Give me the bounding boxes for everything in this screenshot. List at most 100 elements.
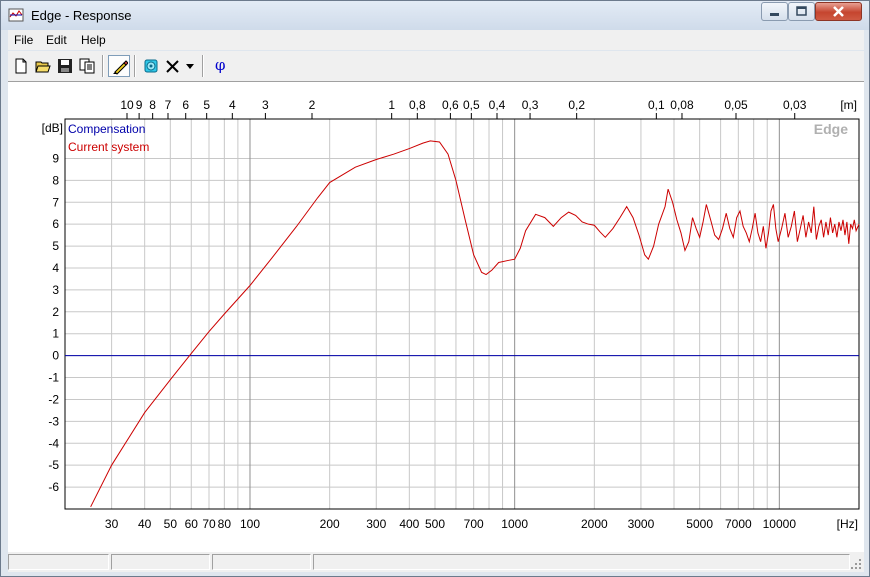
top-tick-label: 0,05	[724, 98, 748, 112]
y-axis-label: [dB]	[42, 121, 63, 135]
y-tick-label: -2	[48, 392, 59, 406]
y-tick-label: 1	[52, 327, 59, 341]
menu-edit[interactable]: Edit	[46, 33, 67, 47]
menu-help[interactable]: Help	[81, 33, 106, 47]
phase-icon: φ	[215, 56, 226, 74]
response-chart[interactable]: 9876543210-1-2-3-4-5-6[dB]30 40 50 60 70 80 10…	[8, 82, 864, 552]
x-tick-label: 50	[164, 517, 178, 531]
status-panel	[212, 554, 311, 570]
plot-area[interactable]: 9 8 7 6 5 4 3 2 1 0 -1 -2 -3 -4 -5 -6 [dB] 30 40 50 60 70 80 10…	[8, 81, 864, 552]
x-tick-label: 10000	[763, 517, 797, 531]
x-tick-label: 3000	[628, 517, 655, 531]
minimize-button[interactable]	[761, 2, 788, 21]
top-tick-label: 0,5	[463, 98, 480, 112]
app-icon	[8, 8, 24, 22]
delete-icon	[166, 60, 179, 73]
dropdown-arrow-icon	[186, 64, 194, 69]
menu-file[interactable]: File	[14, 33, 33, 47]
toolbar-separator	[134, 55, 136, 77]
x-tick-label: 400	[399, 517, 419, 531]
maximize-icon	[796, 6, 807, 16]
status-panel	[111, 554, 210, 570]
speaker-button[interactable]	[140, 55, 162, 77]
delete-button[interactable]	[162, 55, 184, 77]
top-tick-label: 0,03	[783, 98, 807, 112]
menu-bar: File Edit Help	[8, 30, 864, 50]
top-tick-label: 0,3	[522, 98, 539, 112]
series-line-current-system	[90, 140, 860, 508]
loudspeaker-icon	[144, 59, 158, 73]
y-tick-label: -3	[48, 414, 59, 428]
x-tick-label: 30	[105, 517, 119, 531]
top-tick-label: 0,4	[489, 98, 506, 112]
x-tick-label: 60	[185, 517, 199, 531]
copy-icon	[79, 58, 95, 74]
top-tick-label: 0,2	[568, 98, 585, 112]
new-file-icon	[15, 58, 27, 74]
y-tick-label: -6	[48, 480, 59, 494]
y-tick-label: 6	[52, 217, 59, 231]
x-tick-label: 500	[425, 517, 445, 531]
top-tick-label: 0,1	[648, 98, 665, 112]
y-tick-label: 5	[52, 239, 59, 253]
y-tick-label: 8	[52, 173, 59, 187]
top-tick-label: 2	[309, 98, 316, 112]
top-tick-label: 0,8	[409, 98, 426, 112]
toolbar-separator	[202, 55, 204, 77]
close-button[interactable]	[815, 2, 862, 21]
top-tick-label: 6	[182, 98, 189, 112]
x-axis-unit: [Hz]	[837, 517, 858, 531]
top-tick-label: 0,08	[670, 98, 694, 112]
edit-tool-button[interactable]	[108, 55, 130, 77]
top-tick-label: 8	[149, 98, 156, 112]
open-folder-icon	[35, 61, 51, 73]
x-tick-label: 2000	[581, 517, 608, 531]
top-tick-label: 7	[165, 98, 172, 112]
y-tick-label: 2	[52, 305, 59, 319]
x-tick-label: 300	[366, 517, 386, 531]
top-axis-unit: [m]	[840, 98, 857, 112]
x-tick-label: 80	[218, 517, 232, 531]
x-tick-label: 100	[240, 517, 260, 531]
open-button[interactable]	[32, 55, 54, 77]
toolbar: φ	[8, 51, 864, 81]
window-title: Edge - Response	[31, 8, 132, 23]
y-tick-label: 9	[52, 151, 59, 165]
new-button[interactable]	[10, 55, 32, 77]
top-tick-label: 10	[120, 98, 134, 112]
copy-button[interactable]	[76, 55, 98, 77]
status-panel	[313, 554, 850, 570]
save-icon	[58, 59, 72, 73]
top-tick-label: 5	[203, 98, 210, 112]
maximize-button[interactable]	[788, 2, 815, 21]
minimize-icon	[770, 13, 779, 16]
close-icon	[833, 6, 844, 17]
x-tick-label: 200	[320, 517, 340, 531]
title-bar[interactable]: Edge - Response	[1, 1, 869, 30]
x-tick-label: 7000	[725, 517, 752, 531]
top-tick-label: 9	[136, 98, 143, 112]
x-tick-label: 40	[138, 517, 152, 531]
status-panel	[8, 554, 109, 570]
phase-button[interactable]: φ	[209, 55, 231, 77]
y-tick-label: -4	[48, 436, 59, 450]
pencil-icon	[113, 60, 128, 75]
delete-dropdown-button[interactable]	[182, 55, 198, 77]
top-tick-label: 4	[229, 98, 236, 112]
x-tick-label: 1000	[501, 517, 528, 531]
top-tick-label: 1	[388, 98, 395, 112]
resize-grip-icon[interactable]	[850, 558, 862, 570]
top-tick-label: 0,6	[442, 98, 459, 112]
y-tick-label: 0	[52, 349, 59, 363]
x-tick-label: 70	[202, 517, 216, 531]
save-button[interactable]	[54, 55, 76, 77]
app-window: Edge - Response File Edit Help φ 9 8 7 6…	[0, 0, 870, 577]
y-tick-label: -1	[48, 371, 59, 385]
y-tick-label: 7	[52, 195, 59, 209]
watermark: Edge	[814, 121, 848, 137]
x-tick-label: 700	[464, 517, 484, 531]
plot-frame	[64, 118, 860, 510]
top-tick-label: 3	[262, 98, 269, 112]
y-tick-label: 3	[52, 283, 59, 297]
y-tick-label: -5	[48, 458, 59, 472]
